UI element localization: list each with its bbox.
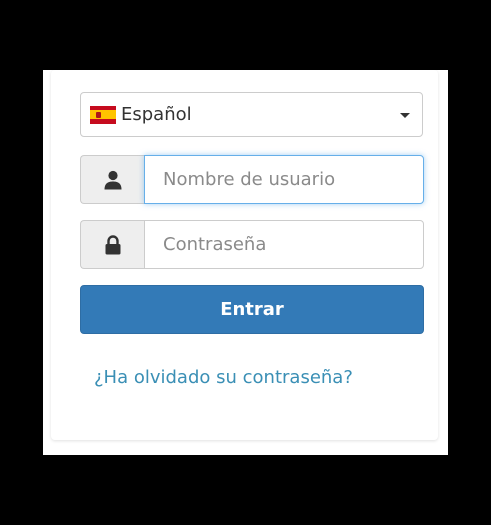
spain-flag-icon	[90, 105, 116, 124]
language-select[interactable]: Español	[80, 92, 423, 137]
language-selected-label: Español	[121, 104, 192, 125]
login-card: Español Entrar ¿Ha olvidado su con	[51, 70, 438, 440]
username-input-group	[80, 155, 424, 204]
user-icon	[80, 155, 144, 204]
password-input[interactable]	[144, 220, 424, 269]
username-input[interactable]	[144, 155, 424, 204]
login-panel: Español Entrar ¿Ha olvidado su con	[43, 70, 448, 455]
password-input-group	[80, 220, 424, 269]
lock-icon	[80, 220, 144, 269]
caret-down-icon[interactable]	[400, 113, 410, 118]
login-button[interactable]: Entrar	[80, 285, 424, 334]
forgot-password-link[interactable]: ¿Ha olvidado su contraseña?	[94, 367, 353, 388]
